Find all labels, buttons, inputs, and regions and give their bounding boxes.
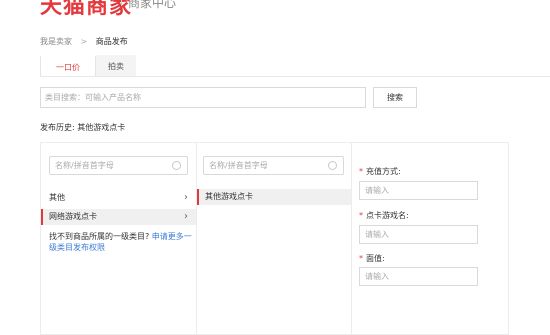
level2-filter-placeholder: 名称/拼音首字母	[209, 161, 268, 170]
category-item-online-game-card[interactable]: 网络游戏点卡 ›	[41, 209, 197, 225]
category-item-other-game-card[interactable]: 其他游戏点卡	[197, 189, 352, 205]
level1-filter-input[interactable]: 名称/拼音首字母	[49, 156, 188, 175]
category-column-level1: 名称/拼音首字母 其他 › 网络游戏点卡 › 找不到商品所属的一级类目? 申请更…	[40, 142, 197, 335]
recharge-method-input[interactable]: 请输入	[359, 181, 478, 200]
category-not-found-hint: 找不到商品所属的一级类目? 申请更多一级类目发布权限	[49, 231, 194, 253]
logo-divider	[121, 0, 122, 6]
category-item-label: 其他	[49, 193, 65, 202]
search-icon	[328, 161, 337, 170]
breadcrumb: 我是卖家 > 商品发布	[40, 36, 128, 47]
category-column-level2: 名称/拼音首字母 其他游戏点卡	[196, 142, 352, 335]
required-marker: *	[359, 211, 363, 220]
history-item-link[interactable]: 其他游戏点卡	[77, 123, 125, 132]
level1-filter-placeholder: 名称/拼音首字母	[55, 161, 114, 170]
game-name-label: * 点卡游戏名:	[359, 211, 409, 220]
tab-fixed-price[interactable]: 一口价	[40, 55, 96, 77]
breadcrumb-current: 商品发布	[95, 37, 128, 46]
recharge-method-label: * 充值方式:	[359, 167, 401, 176]
face-value-label: * 面值:	[359, 254, 385, 263]
game-name-input[interactable]: 请输入	[359, 225, 478, 244]
tmall-logo: 天猫商家	[40, 0, 133, 19]
breadcrumb-separator: >	[80, 37, 88, 46]
face-value-input[interactable]: 请输入	[359, 267, 478, 286]
chevron-right-icon: ›	[184, 192, 188, 203]
publish-history: 发布历史: 其他游戏点卡	[40, 122, 125, 133]
chevron-right-icon: ›	[184, 211, 188, 222]
pricing-tabs: 一口价 拍卖	[40, 55, 136, 77]
required-marker: *	[359, 254, 363, 263]
category-item-label: 其他游戏点卡	[205, 192, 253, 201]
breadcrumb-root-link[interactable]: 我是卖家	[40, 37, 72, 46]
tabs-divider	[40, 76, 550, 77]
logo-subtitle: 商家中心	[128, 0, 177, 10]
category-item-label: 网络游戏点卡	[49, 212, 97, 221]
search-button[interactable]: 搜索	[373, 87, 417, 108]
tab-auction[interactable]: 拍卖	[96, 55, 136, 77]
attribute-form-column: * 充值方式: 请输入 * 点卡游戏名: 请输入 * 面值: 请输入	[351, 142, 509, 335]
search-icon	[172, 161, 181, 170]
category-search-input[interactable]: 类目搜索：可输入产品名称	[40, 87, 366, 108]
history-label: 发布历史:	[40, 123, 75, 132]
notfound-text: 找不到商品所属的一级类目?	[49, 232, 150, 241]
required-marker: *	[359, 167, 363, 176]
category-item-other[interactable]: 其他 ›	[41, 190, 197, 206]
level2-filter-input[interactable]: 名称/拼音首字母	[203, 156, 344, 175]
